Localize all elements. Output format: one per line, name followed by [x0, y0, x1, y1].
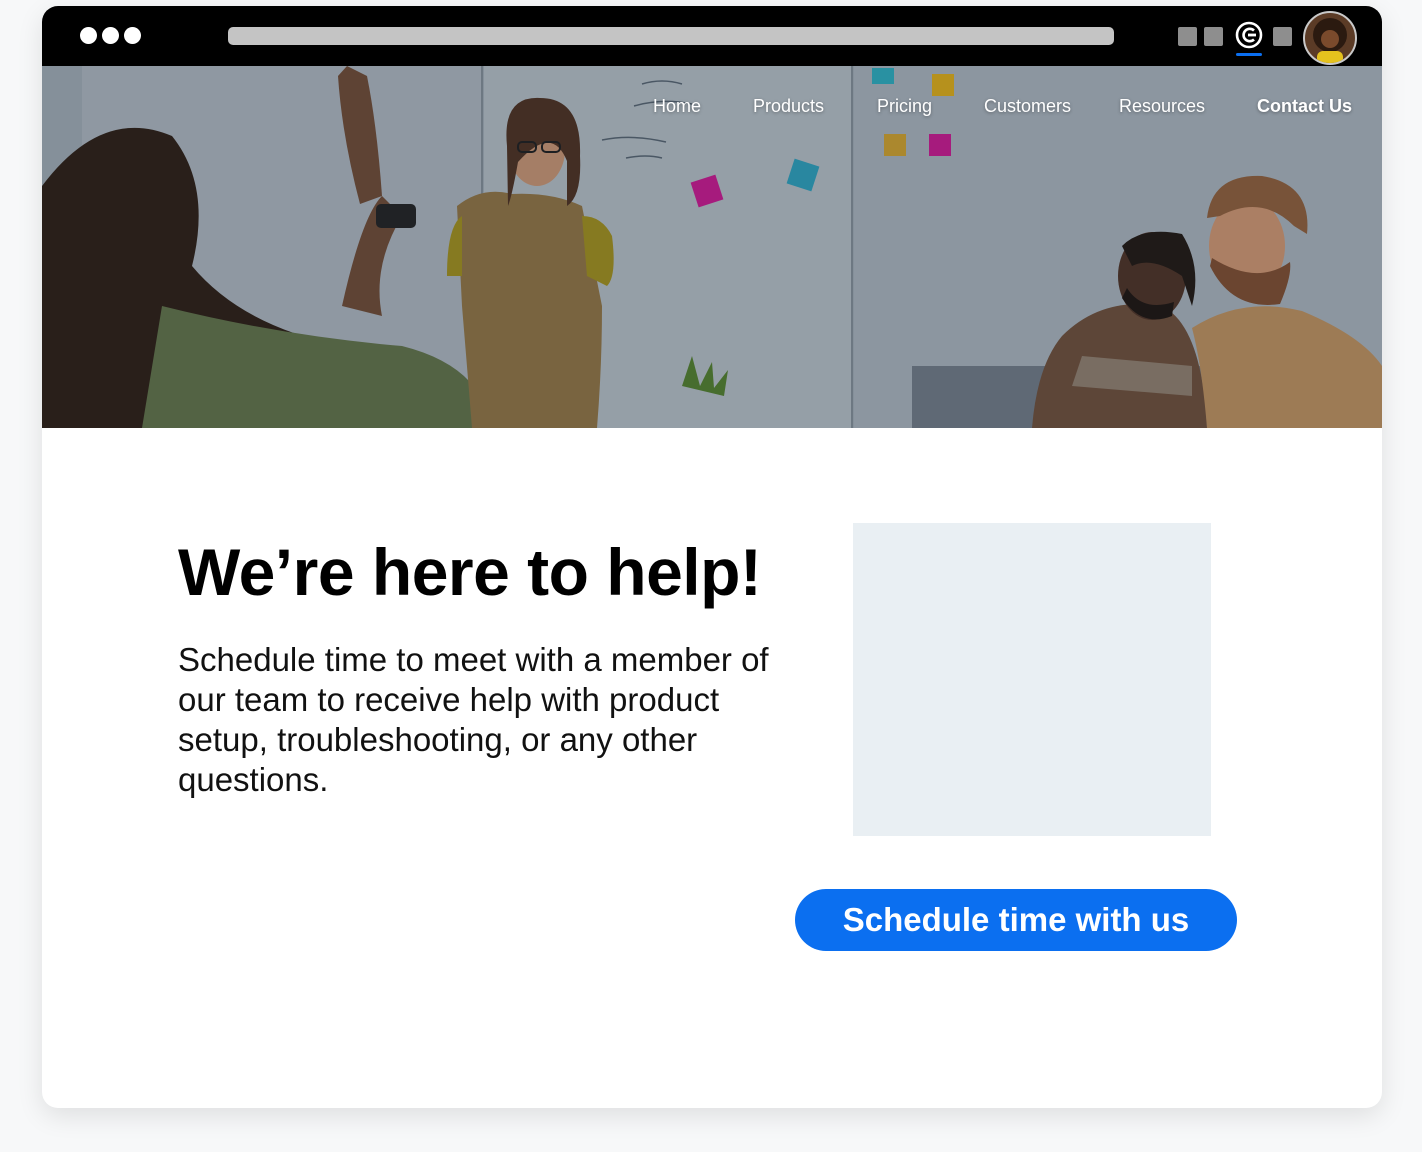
nav-item-pricing[interactable]: Pricing [877, 96, 932, 117]
extension-icon[interactable] [1178, 27, 1197, 46]
address-bar[interactable] [228, 27, 1114, 45]
nav-item-contact-us[interactable]: Contact Us [1257, 96, 1352, 117]
top-nav: Home Products Pricing Customers Resource… [42, 96, 1382, 120]
extension-icon[interactable] [1273, 27, 1292, 46]
schedule-time-button[interactable]: Schedule time with us [795, 889, 1237, 951]
page-title: We’re here to help! [178, 535, 762, 609]
scheduler-placeholder [853, 523, 1211, 836]
hero-image [42, 66, 1382, 428]
user-avatar[interactable] [1303, 11, 1357, 65]
nav-item-home[interactable]: Home [653, 96, 701, 117]
nav-item-resources[interactable]: Resources [1119, 96, 1205, 117]
hero-overlay [42, 66, 1382, 428]
browser-chrome [42, 6, 1382, 66]
nav-item-customers[interactable]: Customers [984, 96, 1071, 117]
brand-c-logo-icon[interactable] [1234, 20, 1264, 50]
nav-item-products[interactable]: Products [753, 96, 824, 117]
window-dot [124, 27, 141, 44]
active-tab-indicator [1236, 53, 1262, 56]
window-dot [80, 27, 97, 44]
window-dot [102, 27, 119, 44]
intro-text: Schedule time to meet with a member of o… [178, 641, 769, 798]
browser-window: Home Products Pricing Customers Resource… [42, 6, 1382, 1108]
three-dots-icon[interactable] [80, 27, 141, 44]
extension-icon[interactable] [1204, 27, 1223, 46]
